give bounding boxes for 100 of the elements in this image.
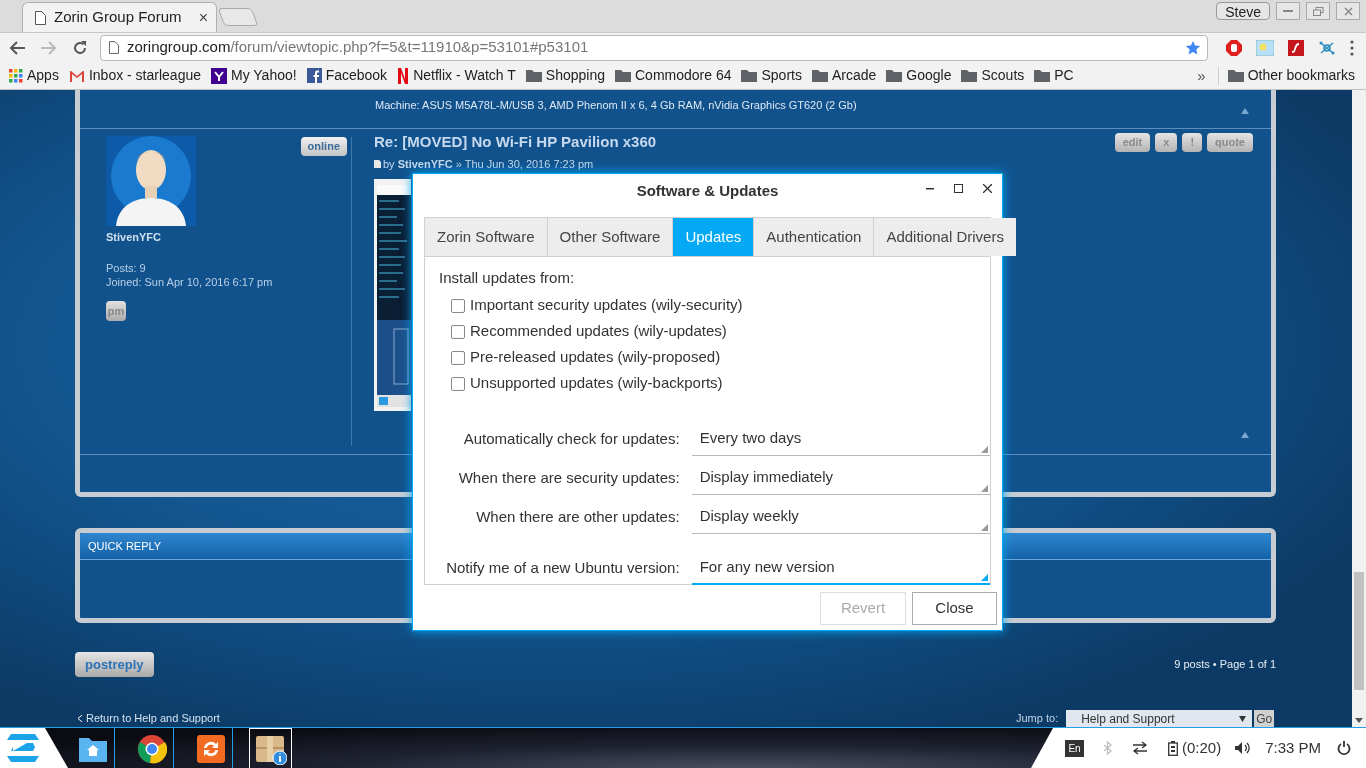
transfer-arrows-icon[interactable] xyxy=(1132,741,1148,755)
stop-sign-icon[interactable] xyxy=(1226,39,1242,56)
return-link[interactable]: Return to Help and Support xyxy=(86,710,220,727)
setting-dropdown[interactable]: Every two days xyxy=(691,422,990,456)
mail-icon xyxy=(68,69,85,82)
star-icon[interactable] xyxy=(1185,39,1201,56)
checkbox-label[interactable]: Pre-released updates (wily-proposed) xyxy=(470,346,721,369)
minimize-icon xyxy=(1283,10,1293,12)
online-badge: online xyxy=(300,137,347,156)
bookmark[interactable]: Other bookmarks xyxy=(1226,64,1356,87)
bookmark-label: Google xyxy=(906,66,952,85)
bookmark-label: Other bookmarks xyxy=(1247,66,1355,85)
folder-icon xyxy=(811,69,828,82)
bookmark[interactable]: Apps xyxy=(8,64,60,87)
back-icon[interactable] xyxy=(8,39,26,56)
zorin-logo-icon xyxy=(5,732,41,764)
close-dialog-button[interactable]: Close xyxy=(912,592,997,625)
checkbox-label[interactable]: Important security updates (wily-security) xyxy=(470,294,743,317)
restore-button[interactable] xyxy=(1306,2,1330,20)
dialog-tab[interactable]: Other Software xyxy=(546,218,673,256)
battery-icon[interactable] xyxy=(1168,740,1178,756)
language-indicator[interactable]: En xyxy=(1065,739,1084,757)
address-bar[interactable]: zoringroup.com/forum/viewtopic.php?f=5&t=11910&p=53101#p53101 xyxy=(100,34,1208,61)
more-bookmarks-button[interactable]: » xyxy=(1197,68,1206,83)
bookmark-label: Sports xyxy=(761,66,802,85)
start-button[interactable] xyxy=(0,728,68,768)
checkbox[interactable] xyxy=(451,298,465,313)
setting-label: When there are security updates: xyxy=(457,467,681,488)
bookmark[interactable]: Commodore 64 xyxy=(614,64,733,87)
back-to-top-icon[interactable] xyxy=(1241,432,1249,438)
minimize-button[interactable] xyxy=(1276,2,1300,20)
network-nodes-icon[interactable] xyxy=(1318,39,1336,56)
volume-icon[interactable] xyxy=(1235,741,1252,755)
author-name[interactable]: StivenYFC xyxy=(106,229,351,246)
close-icon[interactable] xyxy=(983,184,992,193)
scrollbar[interactable] xyxy=(1352,90,1366,727)
browser-tab[interactable]: Zorin Group Forum × xyxy=(22,2,217,32)
back-to-top-icon[interactable] xyxy=(1241,108,1249,114)
bookmark[interactable]: Google xyxy=(885,64,953,87)
sync-icon xyxy=(197,734,225,763)
bookmark-label: Inbox - starleague xyxy=(88,66,201,85)
checkbox-label[interactable]: Unsupported updates (wily-backports) xyxy=(470,372,723,395)
checkbox-label[interactable]: Recommended updates (wily-updates) xyxy=(470,320,727,343)
close-button[interactable] xyxy=(1336,2,1360,20)
post-title[interactable]: Re: [MOVED] No Wi-Fi HP Pavilion x360 xyxy=(374,131,657,154)
flash-icon[interactable] xyxy=(1288,39,1304,56)
dialog-tab[interactable]: Zorin Software xyxy=(425,218,547,256)
bookmark-label: Scouts xyxy=(981,66,1025,85)
bookmark-label: Apps xyxy=(27,66,59,85)
post-byline: by StivenYFC » Thu Jun 30, 2016 7:23 pm xyxy=(383,156,594,172)
go-button[interactable]: Go xyxy=(1254,710,1275,727)
signature-text: Machine: ASUS M5A78L-M/USB 3, AMD Phenom II x 6, 4 Gb RAM, nVidia Graphics GT620 (2 Gb) xyxy=(375,99,857,111)
clock[interactable]: 7:33 PM xyxy=(1265,736,1322,760)
bookmark[interactable]: Scouts xyxy=(960,64,1026,87)
setting-dropdown[interactable]: Display weekly xyxy=(691,500,990,534)
maximize-icon[interactable] xyxy=(954,184,963,193)
corner-arrow-icon xyxy=(981,484,988,492)
setting-label: Notify me of a new Ubuntu version: xyxy=(445,557,681,578)
bookmark[interactable]: Arcade xyxy=(810,64,878,87)
menu-icon[interactable] xyxy=(1350,39,1354,56)
folder-icon xyxy=(961,69,978,82)
facebook-icon xyxy=(306,68,322,83)
folder-icon xyxy=(741,69,758,82)
corner-arrow-icon xyxy=(981,445,988,453)
checkbox[interactable] xyxy=(451,350,465,365)
bookmark[interactable]: Sports xyxy=(740,64,803,87)
setting-dropdown[interactable]: For any new version xyxy=(691,551,990,585)
bookmark[interactable]: Inbox - starleague xyxy=(67,64,202,87)
jump-label: Jump to: xyxy=(1016,711,1059,727)
scrollbar-thumb[interactable] xyxy=(1354,572,1364,690)
folder-icon xyxy=(615,69,631,82)
dialog-tab[interactable]: Additional Drivers xyxy=(873,218,1016,256)
folder-icon xyxy=(525,69,542,82)
folder-icon xyxy=(1227,69,1244,82)
bookmark[interactable]: Netflix - Watch T xyxy=(396,64,517,87)
bookmark[interactable]: PC xyxy=(1033,64,1075,87)
scroll-down-icon[interactable] xyxy=(1355,718,1363,723)
battery-time: (0:20) xyxy=(1182,737,1222,758)
dialog-tab[interactable]: Authentication xyxy=(753,218,874,256)
post-icon xyxy=(374,159,381,168)
minimize-icon[interactable] xyxy=(926,187,934,190)
bookmark-label: Facebook xyxy=(325,66,388,85)
power-icon[interactable] xyxy=(1337,741,1352,755)
bookmark[interactable]: Shopping xyxy=(524,64,606,87)
setting-dropdown[interactable]: Display immediately xyxy=(691,461,990,495)
tab-close-button[interactable]: × xyxy=(198,9,208,26)
reload-icon[interactable] xyxy=(72,39,88,56)
bookmark-label: Netflix - Watch T xyxy=(413,66,516,85)
bookmark[interactable]: My Yahoo! xyxy=(210,64,298,87)
checkbox[interactable] xyxy=(451,324,465,339)
page-icon xyxy=(109,41,119,54)
restore-icon xyxy=(1312,6,1324,16)
checkbox[interactable] xyxy=(451,376,465,391)
netflix-icon xyxy=(397,67,410,84)
bookmark-label: Commodore 64 xyxy=(635,66,732,85)
jump-dropdown[interactable]: Help and Support xyxy=(1066,710,1253,727)
bookmark[interactable]: Facebook xyxy=(305,64,389,87)
section-label: Install updates from: xyxy=(439,268,576,288)
post-count: Posts: 9 xyxy=(106,260,147,276)
profile-button[interactable]: Steve xyxy=(1216,2,1270,20)
